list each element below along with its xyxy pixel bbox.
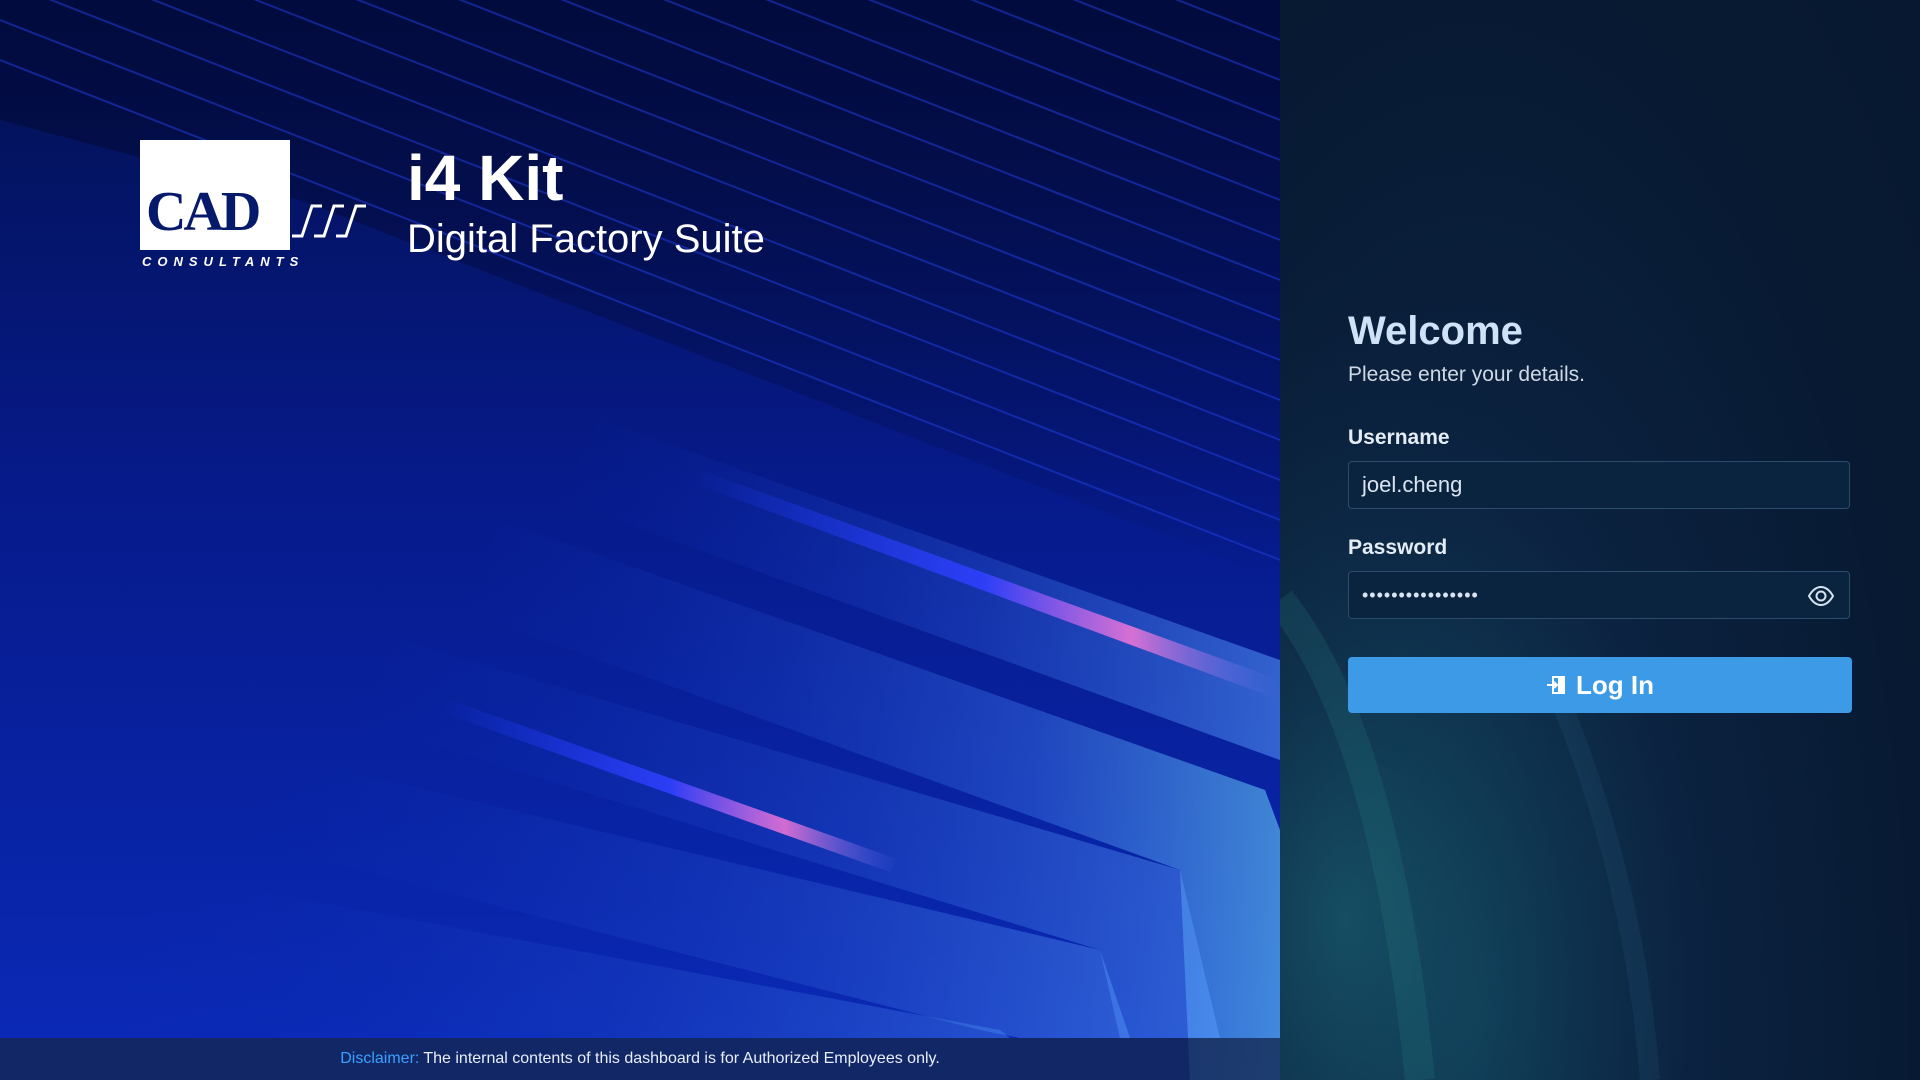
- login-panel: Welcome Please enter your details. Usern…: [1280, 0, 1920, 1080]
- password-field[interactable]: ••••••••••••••••: [1348, 571, 1850, 619]
- login-button[interactable]: Log In: [1348, 657, 1852, 713]
- username-label: Username: [1348, 426, 1450, 449]
- disclaimer-text: The internal contents of this dashboard …: [423, 1050, 940, 1067]
- logo-slash-marks: [292, 204, 366, 238]
- login-icon: [1547, 676, 1565, 694]
- app-subtitle: Digital Factory Suite: [407, 217, 765, 261]
- eye-icon[interactable]: [1807, 584, 1835, 608]
- login-button-label: Log In: [1576, 669, 1654, 700]
- welcome-heading: Welcome: [1348, 309, 1523, 353]
- username-field[interactable]: joel.cheng: [1348, 461, 1850, 509]
- disclaimer-label: Disclaimer:: [340, 1050, 420, 1067]
- username-value: joel.cheng: [1362, 472, 1463, 497]
- welcome-subheading: Please enter your details.: [1348, 363, 1585, 386]
- hero-section: CAD CONSULTANTS i4 Kit Digital Factory S…: [0, 0, 1280, 1080]
- disclaimer-bar: Disclaimer: The internal contents of thi…: [0, 1038, 1280, 1080]
- password-label: Password: [1348, 536, 1448, 559]
- app-title: i4 Kit: [407, 142, 564, 214]
- logo-text: CAD: [146, 181, 261, 243]
- logo-subtext: CONSULTANTS: [142, 254, 305, 269]
- company-logo: CAD CONSULTANTS: [140, 140, 370, 270]
- password-value: ••••••••••••••••: [1362, 584, 1479, 605]
